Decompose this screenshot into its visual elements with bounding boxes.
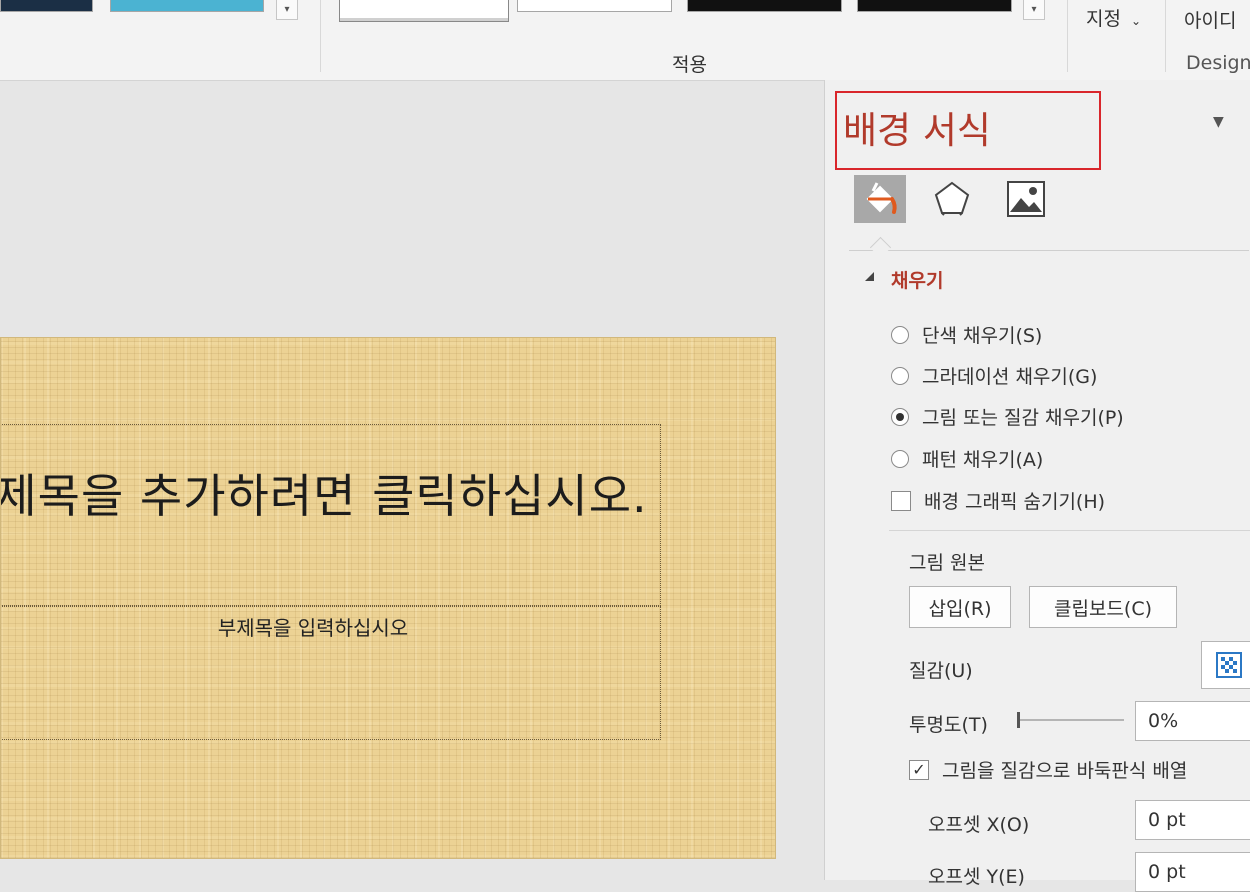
slide-canvas[interactable]: 제목을 추가하려면 클릭하십시오. 부제목을 입력하십시오 bbox=[0, 337, 776, 859]
variant-gallery-more-button[interactable]: ▾ bbox=[1023, 0, 1045, 20]
texture-label: 질감(U) bbox=[909, 660, 973, 682]
checkbox[interactable] bbox=[891, 490, 911, 511]
radio-button[interactable] bbox=[891, 449, 909, 468]
collapse-triangle-icon[interactable] bbox=[865, 272, 874, 281]
picture-texture-fill-option[interactable]: 그림 또는 질감 채우기(P) bbox=[891, 403, 1124, 430]
chevron-down-icon: ▾ bbox=[284, 4, 290, 15]
option-label: 단색 채우기(S) bbox=[922, 325, 1043, 347]
texture-dropdown[interactable] bbox=[1201, 641, 1250, 689]
picture-icon bbox=[1007, 181, 1045, 217]
design-ideas-button[interactable]: 아이디 bbox=[1184, 6, 1236, 33]
clipboard-button[interactable]: 클립보드(C) bbox=[1029, 586, 1177, 628]
radio-button[interactable] bbox=[891, 366, 909, 385]
pane-options-button[interactable]: ▼ bbox=[1213, 114, 1224, 130]
picture-tab[interactable] bbox=[1000, 175, 1052, 223]
pattern-fill-option[interactable]: 패턴 채우기(A) bbox=[891, 445, 1043, 472]
tab-selection-caret bbox=[869, 236, 892, 259]
pentagon-icon bbox=[934, 181, 970, 216]
variant-thumbnail-white-selected[interactable] bbox=[339, 0, 509, 22]
transparency-input[interactable]: 0% bbox=[1135, 701, 1250, 741]
paint-bucket-icon bbox=[866, 182, 897, 214]
slide-title-text[interactable]: 제목을 추가하려면 클릭하십시오. bbox=[1, 468, 671, 524]
offset-y-input[interactable]: 0 pt bbox=[1135, 852, 1250, 892]
picture-source-label: 그림 원본 bbox=[909, 552, 985, 574]
option-label: 배경 그래픽 숨기기(H) bbox=[924, 491, 1106, 513]
radio-button-selected[interactable] bbox=[891, 407, 909, 426]
ribbon-divider bbox=[1165, 0, 1166, 72]
transparency-slider-track[interactable] bbox=[1020, 719, 1124, 721]
theme-gallery-more-button[interactable]: ▾ bbox=[276, 0, 298, 20]
chevron-down-icon: ▾ bbox=[1031, 4, 1037, 15]
slide-subtitle-text[interactable]: 부제목을 입력하십시오 bbox=[163, 612, 463, 641]
effects-tab[interactable] bbox=[926, 175, 978, 223]
offset-x-input[interactable]: 0 pt bbox=[1135, 800, 1250, 840]
customize-button[interactable]: 지정 ⌄ bbox=[1086, 4, 1141, 31]
insert-button[interactable]: 삽입(R) bbox=[909, 586, 1011, 628]
option-label: 그라데이션 채우기(G) bbox=[922, 366, 1098, 388]
format-background-pane: 배경 서식 ▼ 채우기 단색 채우기(S) 그라데이션 채우기(G) 그림 또는… bbox=[824, 80, 1250, 892]
section-divider bbox=[889, 530, 1250, 531]
theme-thumbnail-dark[interactable] bbox=[0, 0, 93, 12]
fill-section-header[interactable]: 채우기 bbox=[891, 266, 943, 293]
offset-y-label: 오프셋 Y(E) bbox=[928, 866, 1025, 888]
option-label: 그림을 질감으로 바둑판식 배열 bbox=[942, 760, 1188, 782]
chevron-down-icon: ⌄ bbox=[1131, 14, 1142, 28]
pane-title: 배경 서식 bbox=[843, 109, 991, 152]
checkbox-checked[interactable]: ✓ bbox=[909, 759, 929, 780]
transparency-slider-thumb[interactable] bbox=[1017, 712, 1020, 728]
option-label: 패턴 채우기(A) bbox=[922, 449, 1044, 471]
variant-thumbnail-white[interactable] bbox=[517, 0, 672, 12]
variant-thumbnail-black[interactable] bbox=[687, 0, 842, 12]
group-label-apply: 적용 bbox=[672, 54, 707, 76]
fill-tab[interactable] bbox=[854, 175, 906, 223]
group-label-designer: Design bbox=[1186, 52, 1250, 74]
gradient-fill-option[interactable]: 그라데이션 채우기(G) bbox=[891, 362, 1097, 389]
customize-label: 지정 bbox=[1086, 8, 1121, 30]
tab-divider bbox=[849, 250, 1249, 251]
hide-background-graphics-option[interactable]: 배경 그래픽 숨기기(H) bbox=[891, 487, 1105, 514]
offset-x-label: 오프셋 X(O) bbox=[928, 814, 1030, 836]
tile-picture-option[interactable]: ✓ 그림을 질감으로 바둑판식 배열 bbox=[909, 756, 1187, 783]
solid-fill-option[interactable]: 단색 채우기(S) bbox=[891, 321, 1042, 348]
ribbon-divider bbox=[320, 0, 321, 72]
option-label: 그림 또는 질감 채우기(P) bbox=[922, 407, 1124, 429]
triangle-down-icon: ▼ bbox=[1213, 114, 1224, 130]
ribbon-divider bbox=[1067, 0, 1068, 72]
variant-thumbnail-black-2[interactable] bbox=[857, 0, 1012, 12]
ribbon: ▾ ▾ 적용 지정 ⌄ 아이디 Design bbox=[0, 0, 1250, 81]
radio-button[interactable] bbox=[891, 325, 909, 344]
theme-thumbnail-blue[interactable] bbox=[110, 0, 264, 12]
transparency-label: 투명도(T) bbox=[909, 714, 988, 736]
texture-icon bbox=[1216, 652, 1242, 678]
